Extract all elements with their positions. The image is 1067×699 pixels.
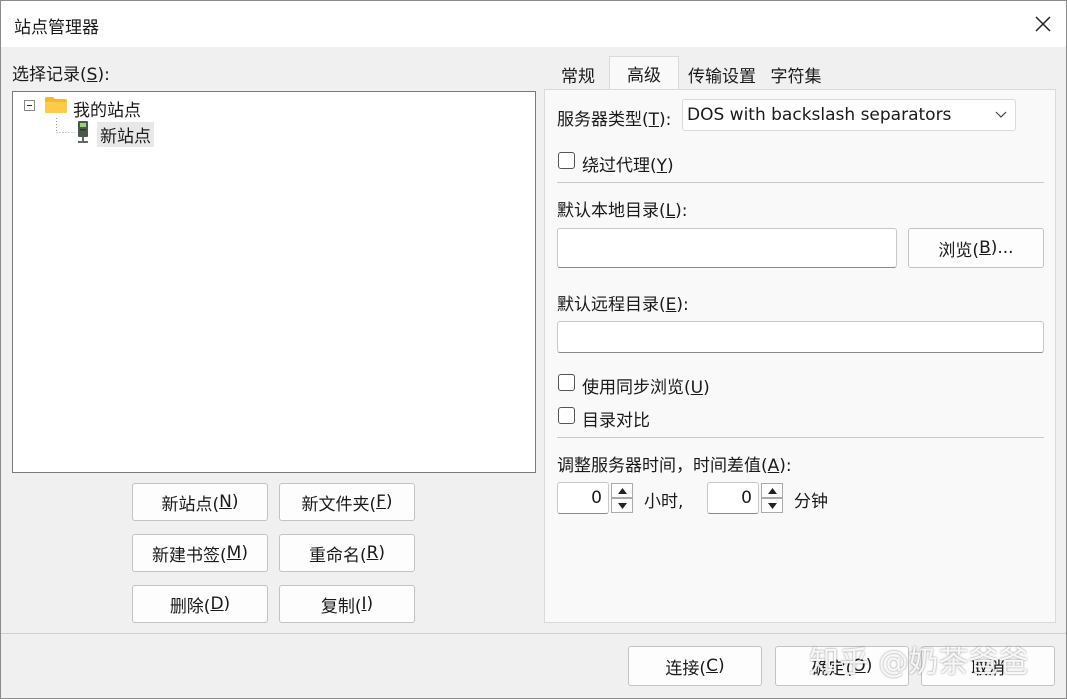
minutes-down-button[interactable] [761, 498, 783, 513]
hours-unit: 小时, [644, 492, 684, 512]
remote-dir-label: 默认远程目录(E): [557, 295, 689, 315]
minutes-stepper[interactable]: 0 [707, 482, 785, 514]
tab-transfer-settings[interactable]: 传输设置 [681, 59, 763, 89]
bypass-proxy-checkbox[interactable] [558, 152, 575, 169]
new-bookmark-button[interactable]: 新建书签(M) [132, 534, 268, 572]
dir-compare-label: 目录对比 [582, 411, 650, 431]
arrow-up-icon [767, 487, 777, 494]
site-manager-window: 站点管理器 选择记录(S): 我的站点 新站点 新站点(N) 新文件夹(F… [0, 0, 1067, 699]
new-site-button[interactable]: 新站点(N) [132, 483, 268, 521]
chevron-down-icon [995, 111, 1007, 118]
folder-icon [44, 96, 68, 119]
separator [557, 182, 1044, 183]
copy-button[interactable]: 复制(I) [279, 585, 415, 623]
server-type-label: 服务器类型(T): [557, 110, 672, 130]
hours-stepper[interactable]: 0 [557, 482, 635, 514]
arrow-up-icon [617, 487, 627, 494]
delete-button[interactable]: 删除(D) [132, 585, 268, 623]
hours-down-button[interactable] [611, 498, 633, 513]
arrow-down-icon [617, 502, 627, 509]
arrow-down-icon [767, 502, 777, 509]
local-dir-label: 默认本地目录(L): [557, 201, 688, 221]
connect-button[interactable]: 连接(C) [628, 646, 762, 686]
separator [557, 437, 1044, 438]
rename-button[interactable]: 重命名(R) [279, 534, 415, 572]
close-icon [1035, 16, 1051, 32]
hours-up-button[interactable] [611, 483, 633, 498]
hours-value[interactable]: 0 [557, 482, 609, 514]
server-icon [76, 120, 90, 149]
server-type-value: DOS with backslash separators [687, 105, 952, 125]
tab-charset[interactable]: 字符集 [763, 59, 829, 89]
tab-general[interactable]: 常规 [547, 59, 609, 89]
site-tree[interactable]: 我的站点 新站点 [12, 91, 536, 473]
title-bar: 站点管理器 [1, 1, 1066, 47]
dir-compare-checkbox[interactable] [558, 407, 575, 424]
server-type-select[interactable]: DOS with backslash separators [682, 99, 1016, 131]
minutes-unit: 分钟 [794, 492, 828, 512]
bypass-proxy-label: 绕过代理(Y) [582, 156, 674, 176]
time-offset-label: 调整服务器时间，时间差值(A): [557, 456, 792, 476]
minutes-value[interactable]: 0 [707, 482, 759, 514]
sync-browse-checkbox[interactable] [558, 374, 575, 391]
browse-button[interactable]: 浏览(B)... [908, 228, 1044, 268]
records-label: 选择记录(S): [12, 65, 110, 85]
footer-separator [1, 633, 1066, 634]
new-folder-button[interactable]: 新文件夹(F) [279, 483, 415, 521]
minutes-up-button[interactable] [761, 483, 783, 498]
close-button[interactable] [1020, 1, 1066, 47]
tree-root-label[interactable]: 我的站点 [73, 96, 141, 121]
sync-browse-label: 使用同步浏览(U) [582, 378, 710, 398]
tree-child-label[interactable]: 新站点 [97, 122, 154, 147]
local-dir-input[interactable] [557, 228, 897, 268]
tab-advanced[interactable]: 高级 [609, 56, 679, 90]
watermark: 知乎 @奶茶爸爸 [809, 645, 1029, 680]
remote-dir-input[interactable] [557, 321, 1044, 353]
window-title: 站点管理器 [14, 18, 99, 38]
